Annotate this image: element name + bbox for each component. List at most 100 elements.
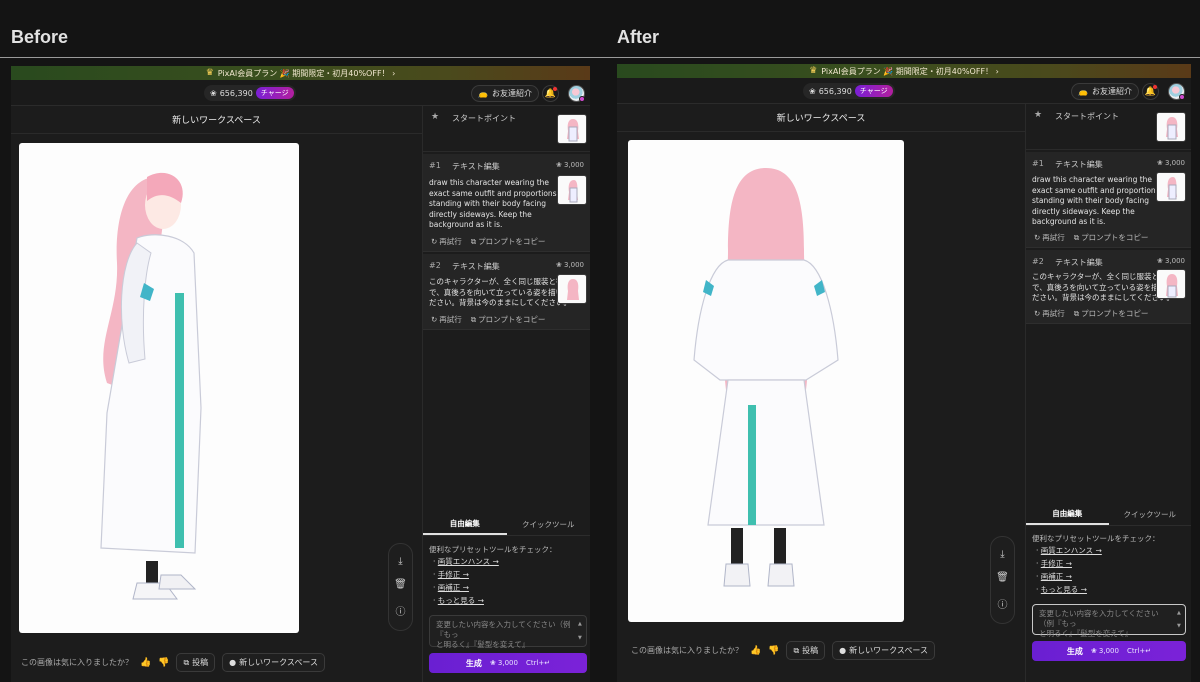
refresh-icon: ↻	[431, 315, 438, 324]
preset-item[interactable]: · 画質エンハンス →	[433, 555, 499, 568]
copy-prompt-button[interactable]: ⧉ プロンプトをコピー	[471, 236, 546, 247]
preset-link[interactable]: 手修正 →	[1041, 559, 1072, 568]
after-screenshot: ♛ PixAI会員プラン 🎉 期間限定・初月40%OFF！ › ❀ 656,39…	[617, 64, 1191, 682]
copy-prompt-label: プロンプトをコピー	[478, 237, 546, 246]
copy-icon: ⧉	[470, 314, 477, 324]
generate-cost-value: 3,000	[497, 659, 518, 667]
invite-friends-button[interactable]: 👝 お友達紹介	[1071, 83, 1139, 100]
comparison-header	[0, 0, 1200, 58]
edit-type: テキスト編集	[1055, 160, 1103, 169]
thumbs-down-icon[interactable]: 👎	[158, 658, 169, 668]
copy-prompt-button[interactable]: ⧉ プロンプトをコピー	[1074, 308, 1149, 319]
history-item-2[interactable]: #2 テキスト編集 ❀ 3,000 このキャラクターが、全く同じ服装と等身 で、…	[423, 254, 590, 330]
avatar[interactable]	[1168, 83, 1185, 100]
edit-type: テキスト編集	[452, 262, 500, 271]
edit-thumbnail[interactable]	[1156, 172, 1186, 202]
new-workspace-button[interactable]: ● 新しいワークスペース	[832, 641, 935, 660]
post-button[interactable]: ⧉ 投稿	[786, 641, 826, 660]
character-side-view	[100, 172, 202, 600]
refresh-icon: ↻	[1034, 309, 1041, 318]
input-scrollbar[interactable]: ▲ ▼	[578, 619, 583, 643]
preset-title: 便利なプリセットツールをチェック：	[1032, 534, 1160, 543]
generated-image[interactable]	[628, 140, 904, 622]
notification-bell-icon[interactable]: 🔔	[1142, 83, 1159, 100]
credit-icon: ❀	[210, 88, 217, 98]
new-workspace-button[interactable]: ● 新しいワークスペース	[222, 653, 325, 672]
promo-banner[interactable]: ♛ PixAI会員プラン 🎉 期間限定・初月40%OFF！ ›	[617, 64, 1191, 78]
tab-quick-tool[interactable]: クイックツール	[507, 514, 591, 535]
trash-icon[interactable]: 🗑	[996, 572, 1009, 583]
preset-link[interactable]: 画補正 →	[438, 583, 469, 592]
input-scrollbar[interactable]: ▲ ▼	[1177, 608, 1182, 631]
history-item-1[interactable]: #1 テキスト編集 ❀ 3,000 draw this character we…	[423, 154, 590, 252]
credit-icon: ❀	[809, 86, 816, 96]
tab-free-edit[interactable]: 自由編集	[1026, 504, 1109, 525]
prompt-input[interactable]: 変更したい内容を入力してください（例『もっ と明るく』『髪型を変えて』 ▲ ▼	[1032, 604, 1186, 638]
preset-item[interactable]: · もっと見る →	[1036, 583, 1102, 596]
start-point-row[interactable]: ★ スタートポイント	[1026, 104, 1191, 150]
edit-thumbnail[interactable]	[1156, 269, 1186, 299]
charge-button[interactable]: チャージ	[255, 87, 294, 99]
post-button[interactable]: ⧉ 投稿	[176, 653, 216, 672]
credit-balance: ❀ 656,390 チャージ	[204, 85, 296, 101]
workspace-title: 新しいワークスペース	[617, 104, 1025, 132]
prompt-input[interactable]: 変更したい内容を入力してください（例『もっ と明るく』『髪型を変えて』 ▲ ▼	[429, 615, 587, 649]
preset-item[interactable]: · 手修正 →	[1036, 557, 1102, 570]
thumbs-up-icon[interactable]: 👍	[140, 658, 151, 668]
thumbs-down-icon[interactable]: 👎	[768, 646, 779, 656]
chat-icon: ●	[229, 658, 237, 667]
tab-quick-tool[interactable]: クイックツール	[1109, 504, 1192, 525]
retry-label: 再試行	[439, 315, 462, 324]
notification-bell-icon[interactable]: 🔔	[542, 85, 559, 102]
invite-friends-button[interactable]: 👝 お友達紹介	[471, 85, 539, 102]
placeholder-line: 変更したい内容を入力してください（例『もっ	[1039, 609, 1159, 628]
download-icon[interactable]: ⤓	[1000, 549, 1004, 560]
edit-thumbnail[interactable]	[557, 175, 587, 205]
history-item-2[interactable]: #2 テキスト編集 ❀ 3,000 このキャラクターが、全く同じ服装と等身 で、…	[1026, 250, 1191, 324]
retry-button[interactable]: ↻ 再試行	[1034, 308, 1065, 319]
preset-item[interactable]: · 画補正 →	[1036, 570, 1102, 583]
info-icon[interactable]: ⓘ	[998, 596, 1008, 611]
thumbs-up-icon[interactable]: 👍	[750, 646, 761, 656]
start-point-row[interactable]: ★ スタートポイント	[423, 106, 590, 152]
preset-link[interactable]: 画質エンハンス →	[1041, 546, 1102, 555]
edit-actions: ↻ 再試行 ⧉ プロンプトをコピー	[431, 236, 545, 247]
charge-button[interactable]: チャージ	[854, 85, 893, 97]
copy-icon: ⧉	[1073, 308, 1080, 318]
edit-actions: ↻ 再試行 ⧉ プロンプトをコピー	[1034, 232, 1148, 243]
preset-link[interactable]: もっと見る →	[1041, 585, 1087, 594]
retry-button[interactable]: ↻ 再試行	[431, 236, 462, 247]
copy-prompt-label: プロンプトをコピー	[478, 315, 546, 324]
preset-link[interactable]: 画質エンハンス →	[438, 557, 499, 566]
start-point-thumbnail[interactable]	[557, 114, 587, 144]
preset-item[interactable]: · 画補正 →	[433, 581, 499, 594]
start-point-thumbnail[interactable]	[1156, 112, 1186, 142]
copy-prompt-button[interactable]: ⧉ プロンプトをコピー	[1074, 232, 1149, 243]
edit-type: テキスト編集	[452, 162, 500, 171]
preset-link[interactable]: もっと見る →	[438, 596, 484, 605]
avatar[interactable]	[568, 85, 585, 102]
retry-label: 再試行	[1042, 233, 1065, 242]
preset-list: · 画質エンハンス → · 手修正 → · 画補正 → · もっと見る →	[1036, 544, 1102, 596]
copy-prompt-button[interactable]: ⧉ プロンプトをコピー	[471, 314, 546, 325]
trash-icon[interactable]: 🗑	[394, 579, 407, 590]
info-icon[interactable]: ⓘ	[396, 603, 406, 618]
download-icon[interactable]: ⤓	[398, 556, 402, 567]
retry-button[interactable]: ↻ 再試行	[1034, 232, 1065, 243]
preset-item[interactable]: · もっと見る →	[433, 594, 499, 607]
edit-thumbnail[interactable]	[557, 274, 587, 304]
generated-image[interactable]	[19, 143, 299, 633]
preset-link[interactable]: 画補正 →	[1041, 572, 1072, 581]
preset-item[interactable]: · 手修正 →	[433, 568, 499, 581]
placeholder-line: と明るく』『髪型を変えて』	[436, 640, 530, 649]
promo-banner[interactable]: ♛ PixAI会員プラン 🎉 期間限定・初月40%OFF！ ›	[11, 66, 590, 80]
credit-amount: 656,390	[219, 88, 253, 98]
generate-button[interactable]: 生成 ❀ 3,000 Ctrl+↵	[429, 653, 587, 673]
preset-item[interactable]: · 画質エンハンス →	[1036, 544, 1102, 557]
preset-link[interactable]: 手修正 →	[438, 570, 469, 579]
gift-bag-icon: 👝	[1078, 87, 1088, 96]
generate-button[interactable]: 生成 ❀ 3,000 Ctrl+↵	[1032, 641, 1186, 661]
history-item-1[interactable]: #1 テキスト編集 ❀ 3,000 draw this character we…	[1026, 152, 1191, 248]
retry-button[interactable]: ↻ 再試行	[431, 314, 462, 325]
tab-free-edit[interactable]: 自由編集	[423, 514, 507, 535]
